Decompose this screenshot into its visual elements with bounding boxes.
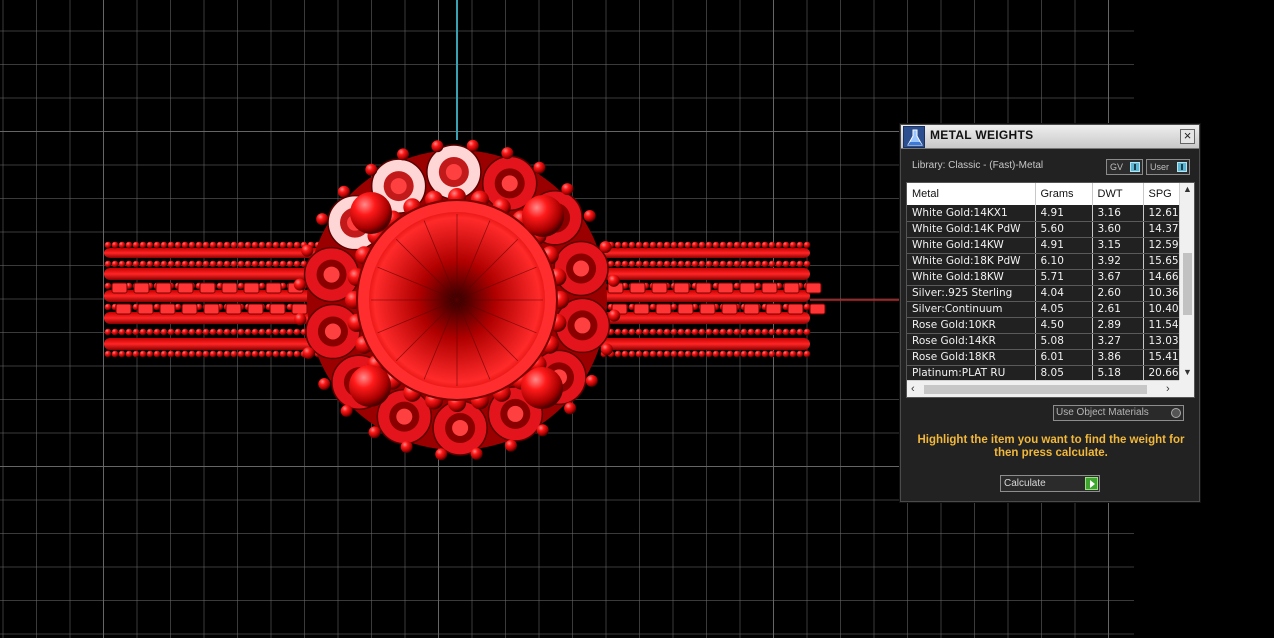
table-row[interactable]: Silver:.925 Sterling 4.04 2.60 10.36 xyxy=(907,285,1179,302)
cell-metal: Rose Gold:18KR xyxy=(907,349,1036,366)
cell-metal: Silver:Continuum xyxy=(907,301,1036,318)
calculate-button[interactable]: Calculate xyxy=(1000,475,1100,492)
accent-sphere xyxy=(350,192,392,234)
cell-dwt: 3.27 xyxy=(1092,333,1144,350)
horizontal-scroll-thumb[interactable] xyxy=(924,385,1147,394)
use-object-materials-option[interactable]: Use Object Materials xyxy=(1053,405,1184,421)
column-header-spg[interactable]: SPG xyxy=(1143,183,1179,205)
column-header-dwt[interactable]: DWT xyxy=(1092,183,1144,205)
table-row[interactable]: White Gold:18KW 5.71 3.67 14.66 xyxy=(907,269,1179,286)
user-toggle[interactable]: User xyxy=(1146,159,1190,175)
scroll-right-icon[interactable]: › xyxy=(1166,383,1170,395)
cell-grams: 4.05 xyxy=(1035,301,1093,318)
vertical-scroll-thumb[interactable] xyxy=(1183,253,1192,315)
use-object-materials-label: Use Object Materials xyxy=(1056,407,1149,418)
scroll-down-icon[interactable]: ▼ xyxy=(1183,367,1192,377)
cell-dwt: 2.89 xyxy=(1092,317,1144,334)
ring-shank xyxy=(104,241,330,358)
horizontal-scrollbar[interactable]: ‹ › xyxy=(907,380,1179,397)
cell-metal: Platinum:PLAT RU xyxy=(907,365,1036,380)
metal-table: Metal Grams DWT SPG White Gold:14KX1 4.91… xyxy=(906,182,1195,398)
cell-grams: 8.05 xyxy=(1035,365,1093,380)
cell-grams: 5.08 xyxy=(1035,333,1093,350)
table-row[interactable]: Rose Gold:14KR 5.08 3.27 13.03 xyxy=(907,333,1179,350)
toggle-knob-icon xyxy=(1130,162,1140,172)
cell-grams: 6.01 xyxy=(1035,349,1093,366)
cell-metal: White Gold:18KW xyxy=(907,269,1036,286)
cell-spg: 14.37 xyxy=(1143,221,1179,238)
cell-dwt: 5.18 xyxy=(1092,365,1144,380)
cell-spg: 12.59 xyxy=(1143,237,1179,254)
accent-sphere xyxy=(522,195,564,237)
cell-grams: 5.60 xyxy=(1035,221,1093,238)
gv-toggle-label: GV xyxy=(1110,162,1124,172)
user-toggle-label: User xyxy=(1150,162,1170,172)
cell-spg: 12.61 xyxy=(1143,205,1179,222)
cell-spg: 20.66 xyxy=(1143,365,1179,380)
cell-spg: 15.41 xyxy=(1143,349,1179,366)
scroll-up-icon[interactable]: ▲ xyxy=(1183,184,1192,194)
cell-metal: Rose Gold:10KR xyxy=(907,317,1036,334)
table-row[interactable]: White Gold:14KX1 4.91 3.16 12.61 xyxy=(907,205,1179,222)
cell-dwt: 3.86 xyxy=(1092,349,1144,366)
cell-dwt: 3.16 xyxy=(1092,205,1144,222)
cell-metal: White Gold:14K PdW xyxy=(907,221,1036,238)
close-icon[interactable]: × xyxy=(1180,129,1195,144)
table-row[interactable]: Rose Gold:10KR 4.50 2.89 11.54 xyxy=(907,317,1179,334)
cell-spg: 10.40 xyxy=(1143,301,1179,318)
panel-title: METAL WEIGHTS xyxy=(930,128,1034,142)
cell-spg: 14.66 xyxy=(1143,269,1179,286)
cell-metal: Silver:.925 Sterling xyxy=(907,285,1036,302)
ring-shank xyxy=(600,241,826,358)
library-label: Library: Classic - (Fast)-Metal xyxy=(912,160,1044,171)
cell-dwt: 3.60 xyxy=(1092,221,1144,238)
cell-grams: 4.50 xyxy=(1035,317,1093,334)
table-row[interactable]: Platinum:PLAT RU 8.05 5.18 20.66 xyxy=(907,365,1179,380)
table-row[interactable]: Rose Gold:18KR 6.01 3.86 15.41 xyxy=(907,349,1179,366)
table-row[interactable]: White Gold:14K PdW 5.60 3.60 14.37 xyxy=(907,221,1179,238)
cell-dwt: 3.67 xyxy=(1092,269,1144,286)
table-row[interactable]: White Gold:18K PdW 6.10 3.92 15.65 xyxy=(907,253,1179,270)
metal-weights-panel: METAL WEIGHTS × Library: Classic - (Fast… xyxy=(900,124,1200,502)
cell-spg: 15.65 xyxy=(1143,253,1179,270)
table-header-row: Metal Grams DWT SPG xyxy=(907,183,1179,205)
cell-dwt: 3.15 xyxy=(1092,237,1144,254)
cell-grams: 5.71 xyxy=(1035,269,1093,286)
cell-metal: White Gold:14KX1 xyxy=(907,205,1036,222)
cell-dwt: 3.92 xyxy=(1092,253,1144,270)
center-stone xyxy=(356,199,558,401)
accent-sphere xyxy=(521,367,563,409)
cell-grams: 4.91 xyxy=(1035,205,1093,222)
cell-grams: 4.91 xyxy=(1035,237,1093,254)
cell-dwt: 2.60 xyxy=(1092,285,1144,302)
cell-spg: 10.36 xyxy=(1143,285,1179,302)
cell-metal: Rose Gold:14KR xyxy=(907,333,1036,350)
gv-toggle[interactable]: GV xyxy=(1106,159,1143,175)
cell-spg: 11.54 xyxy=(1143,317,1179,334)
cell-metal: White Gold:18K PdW xyxy=(907,253,1036,270)
panel-titlebar[interactable]: METAL WEIGHTS × xyxy=(901,125,1199,149)
cell-metal: White Gold:14KW xyxy=(907,237,1036,254)
ring-model[interactable] xyxy=(104,139,826,461)
cell-grams: 6.10 xyxy=(1035,253,1093,270)
play-icon xyxy=(1085,477,1098,490)
instruction-text: Highlight the item you want to find the … xyxy=(917,434,1185,459)
column-header-metal[interactable]: Metal xyxy=(907,183,1036,205)
cell-grams: 4.04 xyxy=(1035,285,1093,302)
table-row[interactable]: Silver:Continuum 4.05 2.61 10.40 xyxy=(907,301,1179,318)
column-header-grams[interactable]: Grams xyxy=(1035,183,1093,205)
scroll-corner xyxy=(1179,380,1194,397)
toggle-knob-icon xyxy=(1177,162,1187,172)
flask-icon xyxy=(903,126,925,148)
table-row[interactable]: White Gold:14KW 4.91 3.15 12.59 xyxy=(907,237,1179,254)
table-viewport: Metal Grams DWT SPG White Gold:14KX1 4.91… xyxy=(907,183,1179,380)
cell-dwt: 2.61 xyxy=(1092,301,1144,318)
radio-icon[interactable] xyxy=(1171,408,1181,418)
vertical-scrollbar[interactable]: ▲ ▼ xyxy=(1179,183,1194,380)
cell-spg: 13.03 xyxy=(1143,333,1179,350)
scroll-left-icon[interactable]: ‹ xyxy=(911,383,915,395)
accent-sphere xyxy=(349,365,391,407)
calculate-label: Calculate xyxy=(1004,478,1046,489)
